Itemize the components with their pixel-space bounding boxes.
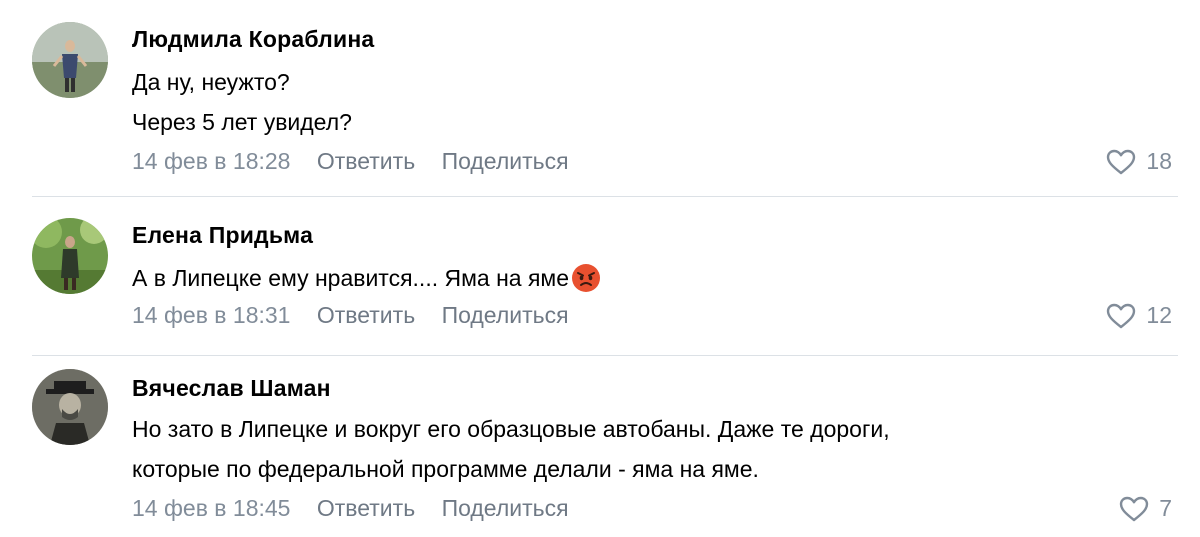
comment-meta: 14 фев в 18:45 Ответить Поделиться (132, 495, 589, 522)
reply-button[interactable]: Ответить (317, 302, 415, 329)
like-button[interactable]: 12 (1106, 302, 1172, 329)
comments-list: Людмила Кораблина Да ну, неужто? Через 5… (0, 0, 1200, 537)
avatar-photo-man-with-hat-icon (32, 369, 108, 445)
avatar[interactable] (32, 369, 108, 445)
avatar[interactable] (32, 218, 108, 294)
heart-icon (1107, 303, 1136, 328)
avatar-photo-woman-in-park-icon (32, 218, 108, 294)
like-button[interactable]: 7 (1119, 495, 1172, 522)
comment-text-line: Но зато в Липецке и вокруг его образцовы… (132, 416, 890, 442)
comment-item: Вячеслав Шаман Но зато в Липецке и вокру… (0, 355, 1200, 537)
comment-text-line: А в Липецке ему нравится.... Яма на яме (132, 258, 601, 298)
comment-date[interactable]: 14 фев в 18:28 (132, 148, 290, 175)
share-button[interactable]: Поделиться (442, 302, 569, 329)
avatar[interactable] (32, 22, 108, 98)
heart-icon (1120, 496, 1149, 521)
comment-meta: 14 фев в 18:28 Ответить Поделиться (132, 148, 589, 175)
reply-button[interactable]: Ответить (317, 148, 415, 175)
comment-date[interactable]: 14 фев в 18:31 (132, 302, 290, 329)
comment-text-line: Да ну, неужто? (132, 69, 290, 95)
like-button[interactable]: 18 (1106, 148, 1172, 175)
comment-text: А в Липецке ему нравится.... Яма на яме (132, 258, 601, 298)
comment-text-line: Через 5 лет увидел? (132, 109, 352, 135)
like-count: 7 (1159, 495, 1172, 521)
comment-date[interactable]: 14 фев в 18:45 (132, 495, 290, 522)
like-count: 18 (1146, 148, 1172, 174)
comment-author[interactable]: Елена Придьма (132, 222, 313, 249)
share-button[interactable]: Поделиться (442, 495, 569, 522)
reply-button[interactable]: Ответить (317, 495, 415, 522)
comment-author[interactable]: Вячеслав Шаман (132, 375, 331, 402)
comment-text: Но зато в Липецке и вокруг его образцовы… (132, 409, 890, 489)
comment-meta: 14 фев в 18:31 Ответить Поделиться (132, 302, 589, 329)
comment-text-line: которые по федеральной программе делали … (132, 456, 759, 482)
comment-author[interactable]: Людмила Кораблина (132, 26, 374, 53)
comment-item: Елена Придьма А в Липецке ему нравится..… (0, 196, 1200, 355)
share-button[interactable]: Поделиться (442, 148, 569, 175)
avatar-photo-woman-standing-icon (32, 22, 108, 98)
comment-item: Людмила Кораблина Да ну, неужто? Через 5… (0, 0, 1200, 196)
angry-face-emoji-icon (572, 264, 601, 292)
heart-icon (1107, 149, 1136, 174)
comment-text: Да ну, неужто? Через 5 лет увидел? (132, 62, 352, 142)
comment-text-content: А в Липецке ему нравится.... Яма на яме (132, 265, 570, 291)
like-count: 12 (1146, 302, 1172, 328)
